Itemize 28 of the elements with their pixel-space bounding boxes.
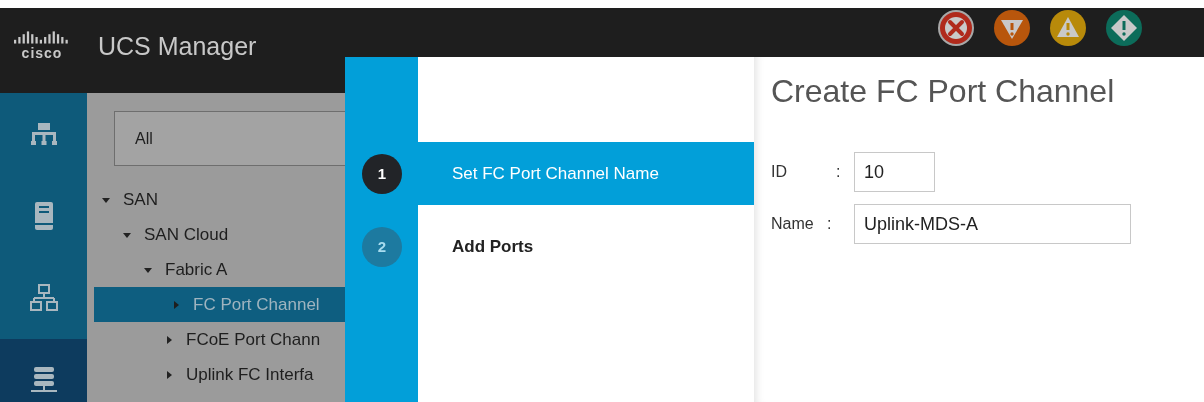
- field-separator: :: [827, 215, 833, 233]
- server-icon: [33, 201, 54, 231]
- input-field[interactable]: 10: [854, 152, 935, 192]
- collapsed-caret-icon: [164, 334, 174, 345]
- input-field[interactable]: Uplink-MDS-A: [854, 204, 1131, 244]
- storage-icon: [30, 366, 57, 394]
- tree-item[interactable]: SAN: [87, 182, 345, 217]
- dialog-title: Create FC Port Channel: [771, 73, 1116, 110]
- critical-alert-icon[interactable]: [937, 9, 975, 47]
- collapsed-caret-icon: [164, 369, 174, 380]
- rail-tab[interactable]: [0, 339, 87, 402]
- tree-item[interactable]: Uplink FC Interfa: [87, 357, 345, 392]
- field-label: ID: [771, 163, 788, 181]
- field-label: Name: [771, 215, 815, 233]
- tree-item[interactable]: Fabric A: [87, 252, 345, 287]
- hierarchy-icon: [30, 122, 57, 146]
- warning-alert-icon[interactable]: [1049, 9, 1087, 47]
- tree-item[interactable]: FC Port Channel: [94, 287, 345, 322]
- filter-dropdown[interactable]: All: [114, 111, 345, 166]
- major-alert-icon[interactable]: [993, 9, 1031, 47]
- network-icon: [29, 284, 58, 312]
- info-alert-icon[interactable]: [1105, 9, 1143, 47]
- tree-item[interactable]: SAN Cloud: [87, 217, 345, 252]
- field-separator: :: [836, 163, 842, 181]
- tree-item[interactable]: FCoE Port Chann: [87, 322, 345, 357]
- cisco-logo: cisco: [10, 26, 74, 60]
- app-title: UCS Manager: [98, 32, 257, 61]
- collapsed-caret-icon: [171, 299, 181, 310]
